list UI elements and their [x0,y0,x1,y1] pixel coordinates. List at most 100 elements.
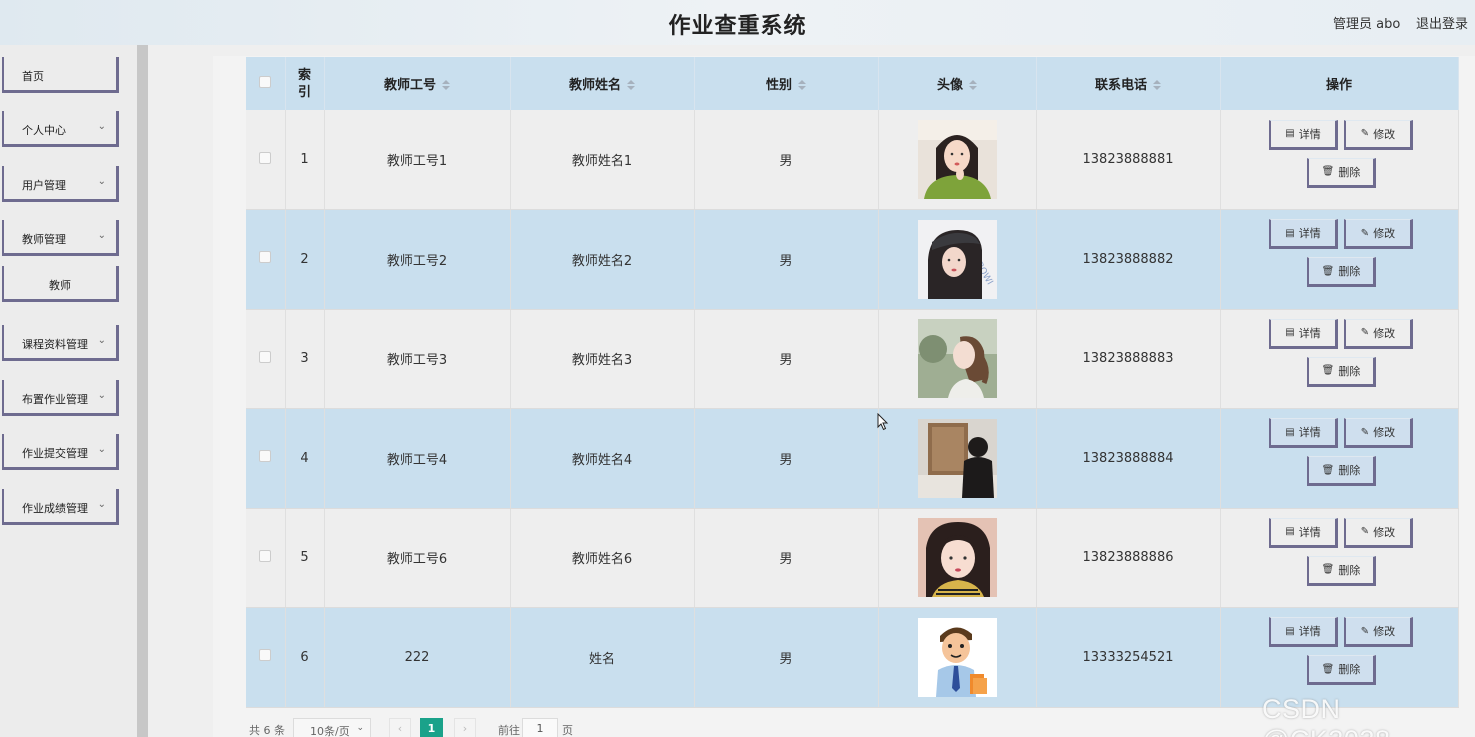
sidebar-item-user-management[interactable]: 用户管理 ⌄ [2,166,119,202]
column-header-phone[interactable]: 联系电话 [1036,57,1221,110]
delete-button[interactable]: 🗑 删除 [1307,157,1376,188]
row-select-cell [246,309,286,409]
sort-icon[interactable] [798,80,806,90]
avatar[interactable] [917,617,997,697]
page-number-current[interactable]: 1 [420,718,443,737]
sidebar-item-course-material[interactable]: 课程资料管理 ⌄ [2,325,119,361]
cell-index: 4 [285,408,325,509]
row-checkbox[interactable] [259,649,272,662]
cell-teacher-name: 教师姓名2 [510,209,695,310]
app-title: 作业查重系统 [668,14,807,39]
select-all-checkbox[interactable] [259,75,272,88]
cell-phone: 13823888886 [1036,508,1221,608]
delete-button[interactable]: 🗑 删除 [1307,655,1376,686]
edit-button[interactable]: ✎ 修改 [1344,418,1413,449]
sidebar-item-label: 作业提交管理 [22,447,88,460]
table-row: 4 教师工号4 教师姓名4 男 13823888884 ▤ 详情 ✎ 修改 🗑 删除 [246,408,1459,509]
detail-button[interactable]: ▤ 详情 [1269,119,1338,150]
column-header-teacher-id[interactable]: 教师工号 [324,57,511,110]
column-header-gender[interactable]: 性别 [694,57,879,110]
sidebar-item-home[interactable]: 首页 [2,57,119,93]
chevron-down-icon: ⌄ [97,335,106,346]
pencil-icon: ✎ [1360,128,1370,139]
cell-teacher-id: 教师工号2 [324,209,511,310]
trash-icon: 🗑 [1321,464,1335,476]
detail-button[interactable]: ▤ 详情 [1269,318,1338,349]
sidebar-item-assign-homework[interactable]: 布置作业管理 ⌄ [2,380,119,416]
table-row: 5 教师工号6 教师姓名6 男 13823888886 ▤ 详情 ✎ 修改 🗑 删除 [246,508,1459,608]
edit-button[interactable]: ✎ 修改 [1344,119,1413,150]
cell-teacher-name: 教师姓名4 [510,408,695,509]
delete-button[interactable]: 🗑 删除 [1307,456,1376,487]
edit-button[interactable]: ✎ 修改 [1344,318,1413,349]
cell-operations: ▤ 详情 ✎ 修改 🗑 删除 [1220,607,1459,708]
cell-avatar [878,607,1037,708]
avatar[interactable] [917,418,997,498]
edit-button[interactable]: ✎ 修改 [1344,517,1413,548]
trash-icon: 🗑 [1321,564,1335,576]
sidebar-item-homework-grades[interactable]: 作业成绩管理 ⌄ [2,489,119,525]
table-row: 2教师工号2教师姓名2男 mixBOWI 13823888882 ▤详情✎修改 🗑删除 [246,209,1459,310]
row-checkbox[interactable] [259,151,272,164]
avatar[interactable] [917,120,997,199]
detail-button[interactable]: ▤ 详情 [1269,517,1338,548]
row-checkbox[interactable] [259,350,272,363]
row-select-cell [246,110,286,210]
sort-icon[interactable] [627,80,635,90]
edit-button[interactable]: ✎ 修改 [1344,219,1413,250]
detail-button[interactable]: ▤ 详情 [1269,418,1338,449]
sort-icon[interactable] [969,80,977,90]
delete-button[interactable]: 🗑 删除 [1307,356,1376,387]
cell-phone: 13823888881 [1036,110,1221,210]
delete-button[interactable]: 🗑 删除 [1307,257,1376,288]
cell-index: 1 [285,110,325,210]
mouse-cursor-icon [877,413,889,431]
sort-icon[interactable] [1153,80,1161,90]
row-checkbox[interactable] [259,450,272,463]
row-select-cell [246,408,286,509]
cell-operations: ▤ 详情 ✎ 修改 🗑 删除 [1220,508,1459,608]
avatar[interactable]: mixBOWI [917,219,997,299]
cell-gender: 男 [694,209,879,310]
document-icon: ▤ [1285,426,1295,438]
avatar[interactable] [917,518,997,598]
chevron-down-icon: ⌄ [97,390,106,401]
sidebar-item-teacher[interactable]: 教师 [2,266,119,302]
cell-teacher-name: 教师姓名6 [510,508,695,608]
table-row: 3 教师工号3 教师姓名3 男 13823888883 ▤ 详情 ✎ 修改 🗑 删除 [246,309,1459,409]
document-icon: ▤ [1285,128,1295,139]
prev-page-button[interactable]: ‹ [389,718,411,737]
edit-button[interactable]: ✎ 修改 [1344,617,1413,648]
column-header-teacher-name[interactable]: 教师姓名 [510,57,695,110]
detail-button[interactable]: ▤ 详情 [1269,219,1338,250]
row-checkbox[interactable] [259,251,272,264]
cell-operations: ▤ 详情 ✎ 修改 🗑 删除 [1220,209,1459,310]
detail-button[interactable]: ▤ 详情 [1269,617,1338,648]
sidebar-item-personal-center[interactable]: 个人中心 ⌄ [2,111,119,147]
cell-avatar [878,309,1037,409]
cell-teacher-id: 教师工号6 [324,508,511,608]
page-size-select[interactable]: 10条/页 ⌄ [293,718,371,737]
cell-avatar: mixBOWI [878,209,1037,310]
document-icon: ▤ [1285,327,1295,339]
logout-link[interactable]: 退出登录 [1416,13,1468,32]
row-checkbox[interactable] [259,549,272,562]
sort-icon[interactable] [442,80,450,90]
cell-teacher-name: 教师姓名3 [510,309,695,409]
sidebar-item-teacher-management[interactable]: 教师管理 ⌄ [2,220,119,256]
sidebar-scrollbar[interactable] [137,45,148,737]
delete-button[interactable]: 🗑 删除 [1307,555,1376,586]
top-header: 作业查重系统 管理员 abo 退出登录 [0,0,1475,45]
next-page-button[interactable]: › [454,718,476,737]
goto-label: 前往 [498,724,520,737]
column-header-avatar[interactable]: 头像 [878,57,1037,110]
cell-phone: 13823888883 [1036,309,1221,409]
pencil-icon: ✎ [1360,227,1370,239]
cell-avatar [878,110,1037,210]
avatar[interactable] [917,319,997,399]
cell-avatar [878,508,1037,608]
cell-operations: ▤ 详情 ✎ 修改 🗑 删除 [1220,110,1459,210]
goto-page-input[interactable]: 1 [522,718,558,737]
goto-unit: 页 [562,724,573,737]
sidebar-item-homework-submission[interactable]: 作业提交管理 ⌄ [2,434,119,470]
